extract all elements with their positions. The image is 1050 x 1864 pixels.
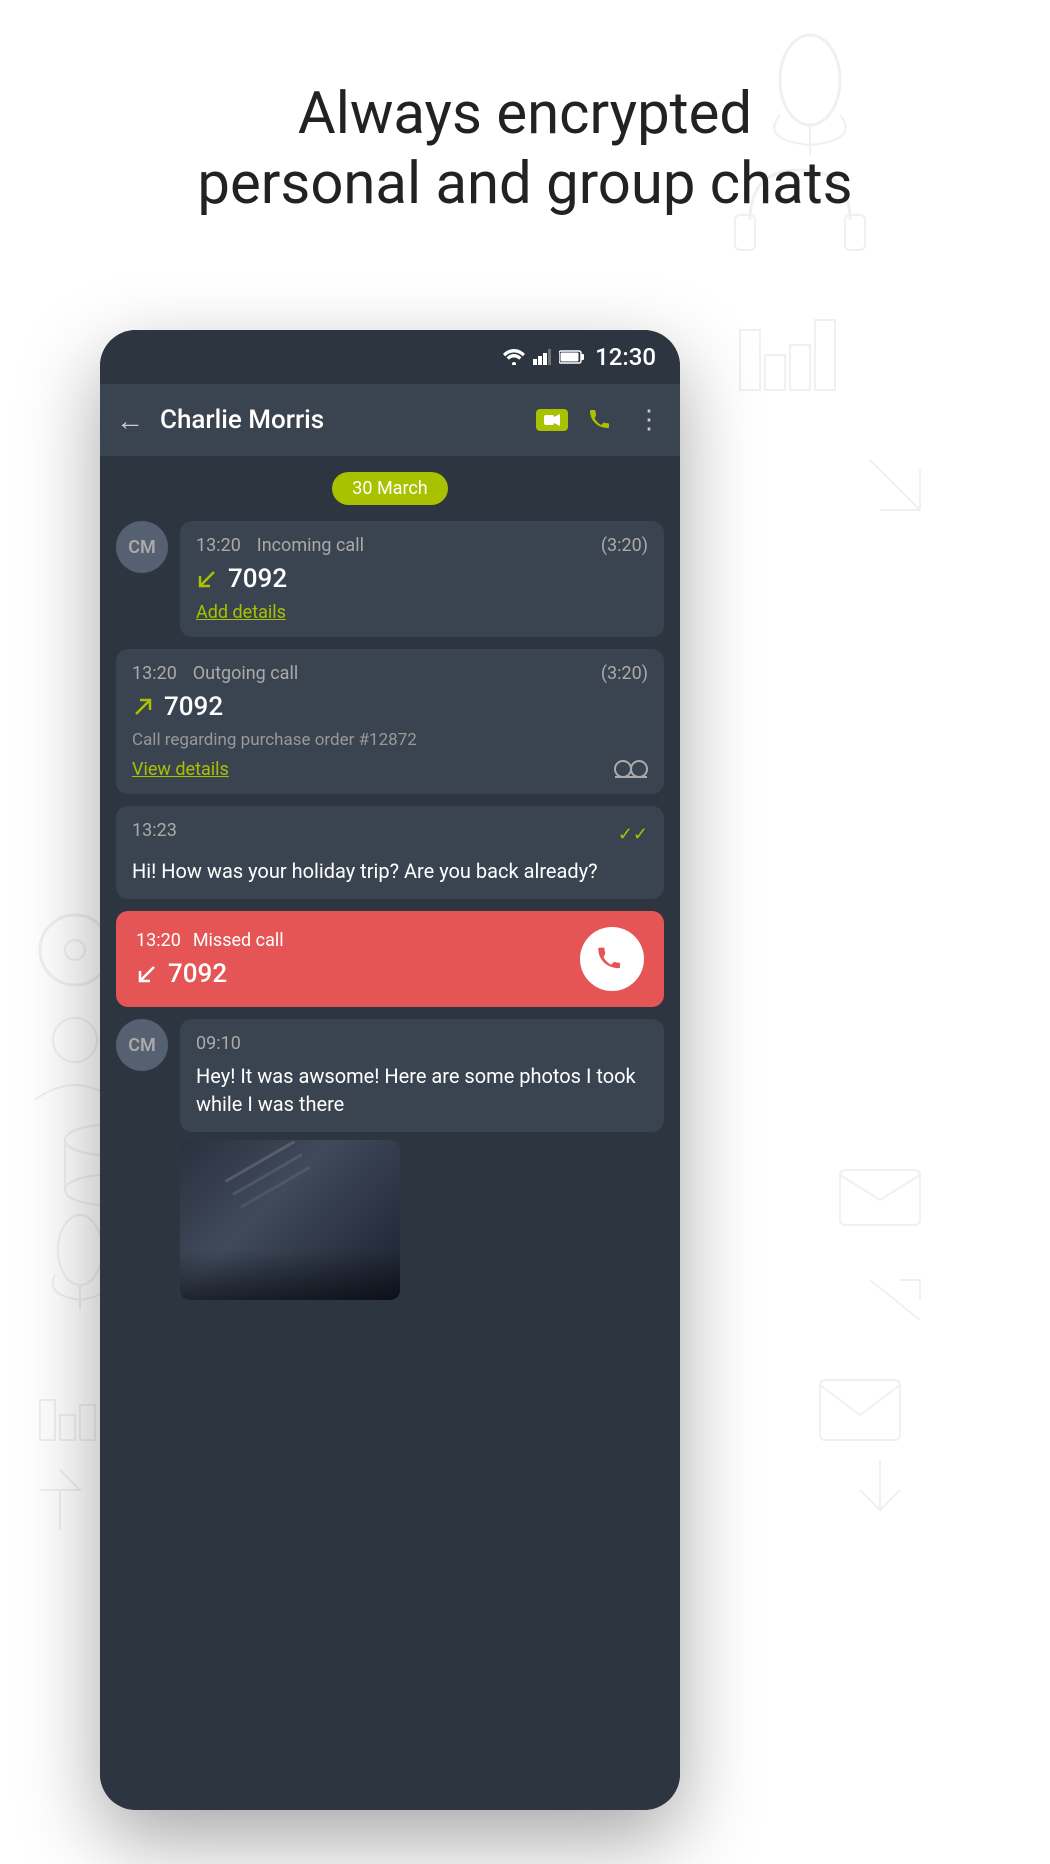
incoming-call-type: Incoming call [257,535,364,556]
outgoing-call-duration: (3:20) [601,663,648,684]
call-detail-text: Call regarding purchase order #12872 [132,730,648,750]
view-details-link[interactable]: View details [132,759,229,780]
photo-thumbnail [180,1140,400,1300]
incoming-call-header: 13:20 Incoming call (3:20) [196,535,648,556]
missed-call-bubble: 13:20 Missed call 7092 [116,911,664,1007]
outgoing-call-number-row: 7092 [132,692,648,722]
voicemail-icon [614,758,648,780]
outgoing-call-arrow-icon [132,696,154,718]
text-msg-time: 13:23 [132,820,177,841]
incoming-call-arrow-icon [196,568,218,590]
contact-avatar-2: CM [116,1019,168,1071]
battery-icon [559,350,585,364]
chat-area: 30 March CM 13:20 Incoming call (3:20) [100,456,680,1810]
voice-call-button[interactable] [588,406,616,434]
more-options-button[interactable]: ⋮ [636,405,664,435]
status-time: 12:30 [595,343,656,371]
contact-name: Charlie Morris [160,405,520,435]
wifi-icon [503,349,525,365]
headline-line1: Always encrypted [298,80,752,148]
outgoing-call-bubble: 13:20 Outgoing call (3:20) 7092 Call reg… [116,649,664,794]
outgoing-call-header: 13:20 Outgoing call (3:20) [132,663,648,684]
missed-call-type: Missed call [193,930,284,951]
phone-mockup: 12:30 ← Charlie Morris ⋮ [100,330,680,1810]
callback-button[interactable] [580,927,644,991]
incoming-call-time: 13:20 [196,535,241,556]
missed-call-number-row: 7092 [136,959,580,989]
incoming-text-message: CM 09:10 Hey! It was awsome! Here are so… [116,1019,664,1300]
app-bar: ← Charlie Morris ⋮ [100,384,680,456]
incoming-call-bubble: 13:20 Incoming call (3:20) 7092 Add deta… [180,521,664,637]
read-ticks-icon: ✓✓ [618,824,648,845]
back-button[interactable]: ← [116,404,144,437]
missed-call-time: 13:20 [136,930,181,951]
status-icons [503,349,585,365]
outgoing-call-number: 7092 [164,692,223,722]
missed-call-header: 13:20 Missed call [136,930,580,951]
contact-avatar: CM [116,521,168,573]
add-details-link[interactable]: Add details [196,602,286,623]
app-bar-actions: ⋮ [536,405,664,435]
headline: Always encrypted personal and group chat… [0,80,1050,219]
incoming-msg-time: 09:10 [196,1033,648,1054]
headline-line2: personal and group chats [197,150,852,218]
incoming-text-bubble: 09:10 Hey! It was awsome! Here are some … [180,1019,664,1132]
date-badge: 30 March [332,472,447,505]
incoming-msg-content: 09:10 Hey! It was awsome! Here are some … [180,1019,664,1300]
incoming-call-number-row: 7092 [196,564,648,594]
incoming-call-number: 7092 [228,564,287,594]
missed-call-number: 7092 [168,959,227,989]
missed-call-arrow-icon [136,963,158,985]
text-msg-content: Hi! How was your holiday trip? Are you b… [132,859,598,883]
video-call-button[interactable] [536,409,568,431]
outgoing-call-time: 13:20 [132,663,177,684]
missed-call-info: 13:20 Missed call 7092 [136,930,580,989]
outgoing-text-bubble: 13:23 ✓✓ Hi! How was your holiday trip? … [116,806,664,899]
incoming-msg-text: Hey! It was awsome! Here are some photos… [196,1064,636,1116]
status-bar: 12:30 [100,330,680,384]
incoming-call-duration: (3:20) [601,535,648,556]
incoming-call-message: CM 13:20 Incoming call (3:20) 7092 [116,521,664,637]
outgoing-call-type: Outgoing call [193,663,298,684]
signal-icon [533,349,551,365]
